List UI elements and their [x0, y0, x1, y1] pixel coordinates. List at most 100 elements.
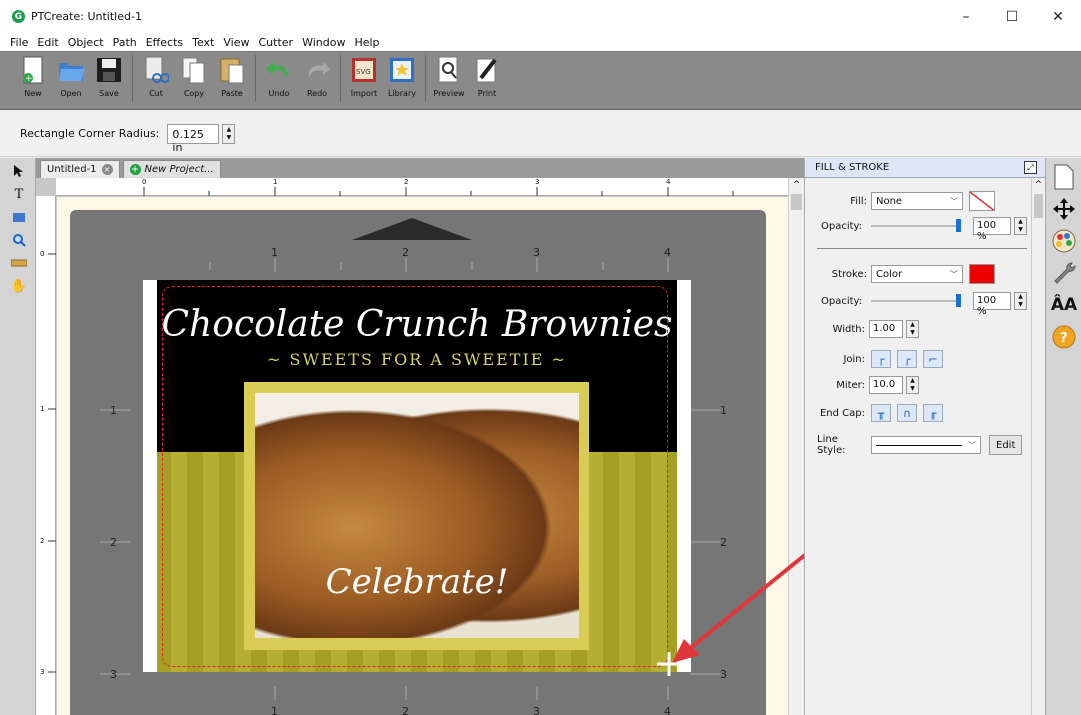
document-page-icon[interactable] [1051, 164, 1077, 190]
panel-scrollbar[interactable]: ^ [1031, 178, 1045, 715]
menu-view[interactable]: View [223, 36, 249, 49]
corner-radius-input[interactable]: 0.125 in [167, 123, 220, 154]
wrench-icon[interactable] [1051, 260, 1077, 286]
library-button[interactable]: Library [383, 55, 421, 98]
menu-help[interactable]: Help [354, 36, 379, 49]
cut-scissors-icon [141, 55, 171, 85]
open-button[interactable]: Open [52, 55, 90, 98]
save-button[interactable]: Save [90, 55, 128, 98]
move-arrows-icon[interactable] [1051, 196, 1077, 222]
menu-effects[interactable]: Effects [146, 36, 183, 49]
shape-tool-icon[interactable] [9, 207, 29, 227]
stroke-color-swatch[interactable] [969, 264, 995, 284]
fill-opacity-input[interactable]: 100 % [973, 217, 1011, 242]
preview-button[interactable]: Preview [430, 55, 468, 98]
scroll-thumb[interactable] [1034, 194, 1043, 218]
svg-text:?: ? [1060, 331, 1068, 346]
redo-button[interactable]: Redo [298, 55, 336, 98]
chevron-down-icon: ﹀ [950, 196, 958, 206]
scroll-up-icon[interactable]: ^ [789, 180, 804, 190]
stroke-opacity-slider[interactable] [871, 294, 961, 307]
tab-new-project[interactable]: + New Project... [122, 160, 221, 178]
line-style-edit-button[interactable]: Edit [989, 435, 1023, 455]
zoom-tool-icon[interactable] [9, 230, 29, 250]
corner-radius-label: Rectangle Corner Radius: [20, 127, 160, 140]
vertical-ruler: 0 1 2 3 [36, 196, 56, 715]
hand-tool-icon[interactable]: ✋ [9, 276, 29, 296]
design-canvas[interactable]: 1 2 3 4 1 2 3 1 2 3 1 2 3 4 Chocolate Cr… [57, 197, 804, 715]
label-design[interactable]: Chocolate Crunch Brownies ~ SWEETS FOR A… [143, 280, 691, 672]
print-button[interactable]: Print [468, 55, 506, 98]
menu-path[interactable]: Path [113, 36, 137, 49]
new-button[interactable]: + New [14, 55, 52, 98]
import-button[interactable]: SVG Import [345, 55, 383, 98]
new-document-icon: + [18, 55, 48, 85]
tab-untitled-1[interactable]: Untitled-1 × [40, 160, 120, 178]
help-icon[interactable]: ? [1051, 324, 1077, 350]
fill-opacity-slider[interactable] [871, 219, 961, 232]
line-style-label: Line Style: [817, 434, 846, 456]
cap-butt-icon[interactable]: ╥ [871, 404, 891, 422]
undo-arrow-icon [264, 55, 294, 85]
undo-button[interactable]: Undo [260, 55, 298, 98]
menu-edit[interactable]: Edit [37, 36, 58, 49]
fill-stroke-panel: FILL & STROKE ⤢ ^ Fill: None ﹀ Opacity: 1… [804, 158, 1045, 715]
stroke-type-select[interactable]: Color ﹀ [871, 265, 963, 283]
menu-object[interactable]: Object [68, 36, 104, 49]
cap-round-icon[interactable]: ∩ [897, 404, 917, 422]
miter-input[interactable]: 10.0 [869, 376, 903, 394]
document-tabs: Untitled-1 × + New Project... [36, 158, 804, 178]
fill-color-swatch[interactable] [969, 191, 995, 211]
horizontal-ruler: 0 1 2 3 4 [56, 178, 788, 196]
maximize-button[interactable]: ☐ [989, 0, 1035, 33]
save-disk-icon [94, 55, 124, 85]
stroke-width-input[interactable]: 1.00 [869, 320, 903, 338]
panel-detach-icon[interactable]: ⤢ [1024, 161, 1037, 174]
text-size-icon[interactable]: ÂA [1051, 292, 1077, 318]
close-tab-icon[interactable]: × [101, 164, 113, 175]
miter-stepper[interactable]: ▲ ▼ [906, 376, 919, 394]
print-pen-icon [472, 55, 502, 85]
chevron-down-icon: ﹀ [950, 269, 958, 279]
menu-file[interactable]: File [10, 36, 28, 49]
ruler-tool-icon[interactable] [9, 253, 29, 273]
fill-opacity-stepper[interactable]: ▲ ▼ [1014, 217, 1027, 235]
stroke-opacity-input[interactable]: 100 % [973, 292, 1011, 317]
color-palette-icon[interactable] [1051, 228, 1077, 254]
mat-label-top: 4 [664, 246, 671, 259]
join-miter-icon[interactable]: ┌ [871, 350, 891, 368]
text-tool-icon[interactable]: T [9, 184, 29, 204]
stroke-opacity-stepper[interactable]: ▲ ▼ [1014, 292, 1027, 310]
toolbar-separator [255, 55, 256, 101]
join-round-icon[interactable]: ╭ [897, 350, 917, 368]
close-button[interactable]: ✕ [1035, 0, 1081, 33]
corner-radius-stepper[interactable]: ▲ ▼ [222, 123, 236, 144]
join-bevel-icon[interactable]: ⌐ [923, 350, 943, 368]
copy-button[interactable]: Copy [175, 55, 213, 98]
menu-window[interactable]: Window [302, 36, 345, 49]
cap-square-icon[interactable]: ╓ [923, 404, 943, 422]
ruler-top-label: 1 [273, 178, 278, 186]
stroke-width-stepper[interactable]: ▲ ▼ [906, 320, 919, 338]
ruler-left-label: 0 [40, 250, 45, 258]
tools-panel: T ✋ [0, 158, 36, 715]
main-toolbar: + New Open Save Cut Copy Paste Undo Redo… [0, 51, 1081, 110]
menu-text[interactable]: Text [192, 36, 214, 49]
join-label: Join: [843, 353, 865, 365]
ruler-top-label: 3 [535, 178, 540, 186]
svg-text:+: + [25, 74, 33, 84]
toolbar-separator [425, 55, 426, 101]
scroll-thumb[interactable] [791, 194, 802, 210]
line-style-select[interactable]: ﹀ [871, 436, 981, 454]
menu-cutter[interactable]: Cutter [258, 36, 293, 49]
fill-type-select[interactable]: None ﹀ [871, 192, 963, 210]
paste-button[interactable]: Paste [213, 55, 251, 98]
mat-label-bottom: 1 [271, 705, 278, 715]
cut-button[interactable]: Cut [137, 55, 175, 98]
select-arrow-icon[interactable] [9, 161, 29, 181]
panel-divider [817, 248, 1027, 249]
scroll-up-icon[interactable]: ^ [1032, 180, 1045, 190]
panel-switcher: ÂA ? [1045, 158, 1081, 715]
open-folder-icon [56, 55, 86, 85]
minimize-button[interactable]: – [943, 0, 989, 33]
